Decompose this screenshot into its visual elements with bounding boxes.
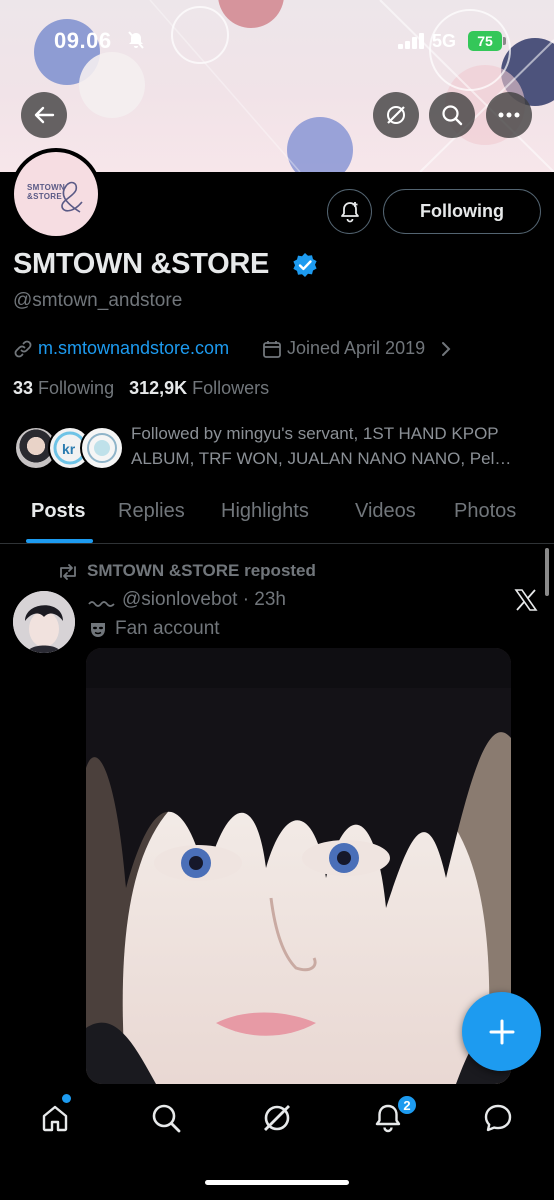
followers-count: 312,9K — [129, 378, 188, 398]
profile-display-name: SMTOWN &STORE — [13, 248, 270, 280]
verified-badge-icon — [292, 252, 318, 283]
svg-text:kr: kr — [62, 441, 76, 457]
follow-stats: 33 Following 312,9K Followers — [13, 378, 269, 399]
fan-mask-icon — [88, 620, 108, 645]
notify-button[interactable] — [327, 189, 372, 234]
avatar-logo-text: SMTOWN &STORE — [27, 183, 66, 201]
active-tab-indicator — [26, 539, 93, 543]
profile-tabs: Posts Replies Highlights Videos Photos — [0, 496, 554, 544]
grok-button[interactable] — [373, 92, 419, 138]
nav-home[interactable] — [35, 1098, 75, 1138]
nav-search[interactable] — [146, 1098, 186, 1138]
compose-button[interactable] — [462, 992, 541, 1071]
banner-pattern — [34, 0, 554, 172]
post-author-handle[interactable]: @sionlovebot · 23h — [122, 589, 286, 611]
home-icon — [42, 1105, 68, 1132]
grok-icon — [387, 106, 405, 124]
followers-stat[interactable]: 312,9K Followers — [129, 378, 269, 398]
notifications-badge: 2 — [397, 1095, 417, 1115]
repost-label[interactable]: SMTOWN &STORE reposted — [87, 561, 316, 581]
author-photo — [13, 591, 75, 653]
nav-messages[interactable] — [478, 1098, 518, 1138]
tab-posts[interactable]: Posts — [31, 500, 85, 523]
search-button[interactable] — [429, 92, 475, 138]
signal-icon — [398, 33, 426, 54]
profile-avatar[interactable]: SMTOWN &STORE — [10, 148, 102, 240]
post-image[interactable] — [86, 648, 511, 1084]
tab-highlights[interactable]: Highlights — [221, 500, 309, 523]
nav-grok[interactable] — [257, 1098, 297, 1138]
following-label: Following — [38, 378, 115, 398]
tab-videos[interactable]: Videos — [355, 500, 416, 523]
battery-tip — [503, 37, 506, 45]
arrow-left-icon — [34, 106, 55, 124]
repost-icon — [57, 563, 79, 586]
chat-bubble-icon — [484, 1104, 512, 1132]
mutual-followers-avatars[interactable]: kr — [14, 426, 124, 472]
battery-indicator: 75 — [468, 31, 502, 51]
ampersand-logo-icon — [61, 181, 83, 213]
home-unread-dot — [62, 1094, 71, 1103]
link-icon — [13, 339, 33, 364]
profile-handle: @smtown_andstore — [13, 290, 183, 311]
joined-date[interactable]: Joined April 2019 — [287, 338, 425, 359]
followers-label: Followers — [192, 378, 270, 398]
mutual-avatar — [80, 426, 124, 470]
chevron-right-icon — [441, 341, 451, 362]
status-time: 09.06 — [54, 28, 112, 53]
home-indicator — [205, 1180, 349, 1185]
following-button[interactable]: Following — [383, 189, 541, 234]
tab-replies[interactable]: Replies — [118, 500, 185, 523]
portrait-photo — [86, 648, 511, 1084]
fan-account-label: Fan account — [115, 618, 220, 639]
calendar-icon — [262, 339, 282, 364]
back-button[interactable] — [21, 92, 67, 138]
wave-icon — [88, 596, 116, 614]
profile-website-link[interactable]: m.smtownandstore.com — [38, 338, 229, 359]
profile-banner — [0, 0, 554, 172]
following-stat[interactable]: 33 Following — [13, 378, 114, 398]
bell-off-icon — [126, 30, 146, 55]
search-icon — [152, 1104, 181, 1133]
more-horizontal-icon — [498, 112, 520, 118]
followed-by-text[interactable]: Followed by mingyu's servant, 1ST HAND K… — [131, 421, 541, 471]
plus-icon — [489, 1019, 514, 1044]
post-author-avatar[interactable] — [13, 591, 75, 653]
more-button[interactable] — [486, 92, 532, 138]
following-count: 33 — [13, 378, 34, 398]
tab-photos[interactable]: Photos — [454, 500, 516, 523]
search-icon — [442, 105, 463, 126]
grok-icon — [264, 1105, 290, 1131]
scrollbar[interactable] — [545, 548, 549, 596]
network-type: 5G — [432, 31, 457, 51]
bell-plus-icon — [340, 201, 359, 222]
avatar-logo: SMTOWN &STORE — [14, 152, 98, 236]
x-logo-icon — [514, 588, 538, 617]
